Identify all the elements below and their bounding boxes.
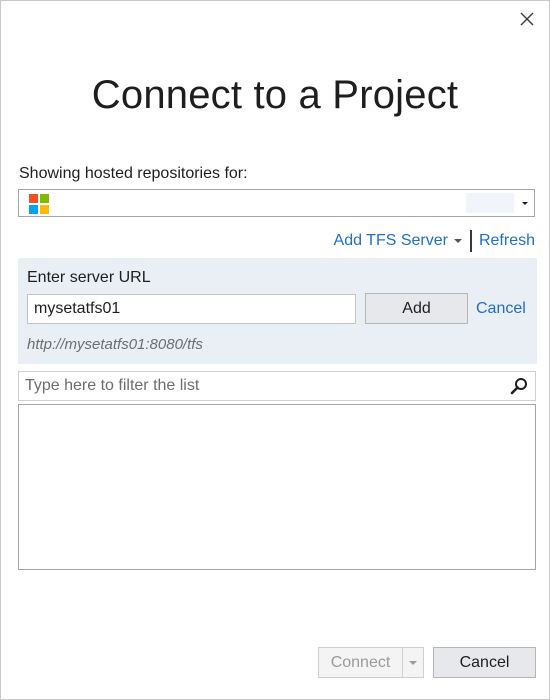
add-button[interactable]: Add [365,293,468,324]
link-divider [469,230,472,252]
filter-input[interactable] [19,372,511,400]
connect-dropdown-toggle[interactable] [402,648,423,677]
connect-dialog: Connect to a Project Showing hosted repo… [0,0,550,700]
account-name-redacted-tail [466,193,514,213]
account-dropdown[interactable] [18,189,535,217]
close-button[interactable] [517,9,537,29]
server-url-input[interactable] [27,294,356,324]
page-title: Connect to a Project [91,73,459,117]
add-tfs-server-label: Add TFS Server [333,232,448,249]
server-url-label: Enter server URL [27,269,151,286]
server-url-hint: http://mysetatfs01:8080/tfs [27,336,203,353]
connect-split-button[interactable]: Connect [318,647,424,678]
connect-button[interactable]: Connect [319,648,402,677]
filter-box [18,371,536,401]
server-links-row: Add TFS Server Refresh [334,230,535,252]
repository-list[interactable] [18,404,536,570]
refresh-link[interactable]: Refresh [479,232,535,250]
hosted-repositories-label: Showing hosted repositories for: [19,165,248,182]
cancel-link[interactable]: Cancel [476,300,526,318]
cancel-button[interactable]: Cancel [433,647,536,678]
microsoft-logo-icon [29,194,49,214]
enter-server-panel: Enter server URL Add Cancel http://myset… [18,258,537,364]
chevron-down-icon [453,239,462,243]
account-name-redacted [59,193,499,213]
add-tfs-server-link[interactable]: Add TFS Server [334,232,463,250]
chevron-down-icon [409,660,417,665]
chevron-down-icon [522,202,528,205]
close-icon [520,12,534,26]
search-icon[interactable] [509,376,529,396]
